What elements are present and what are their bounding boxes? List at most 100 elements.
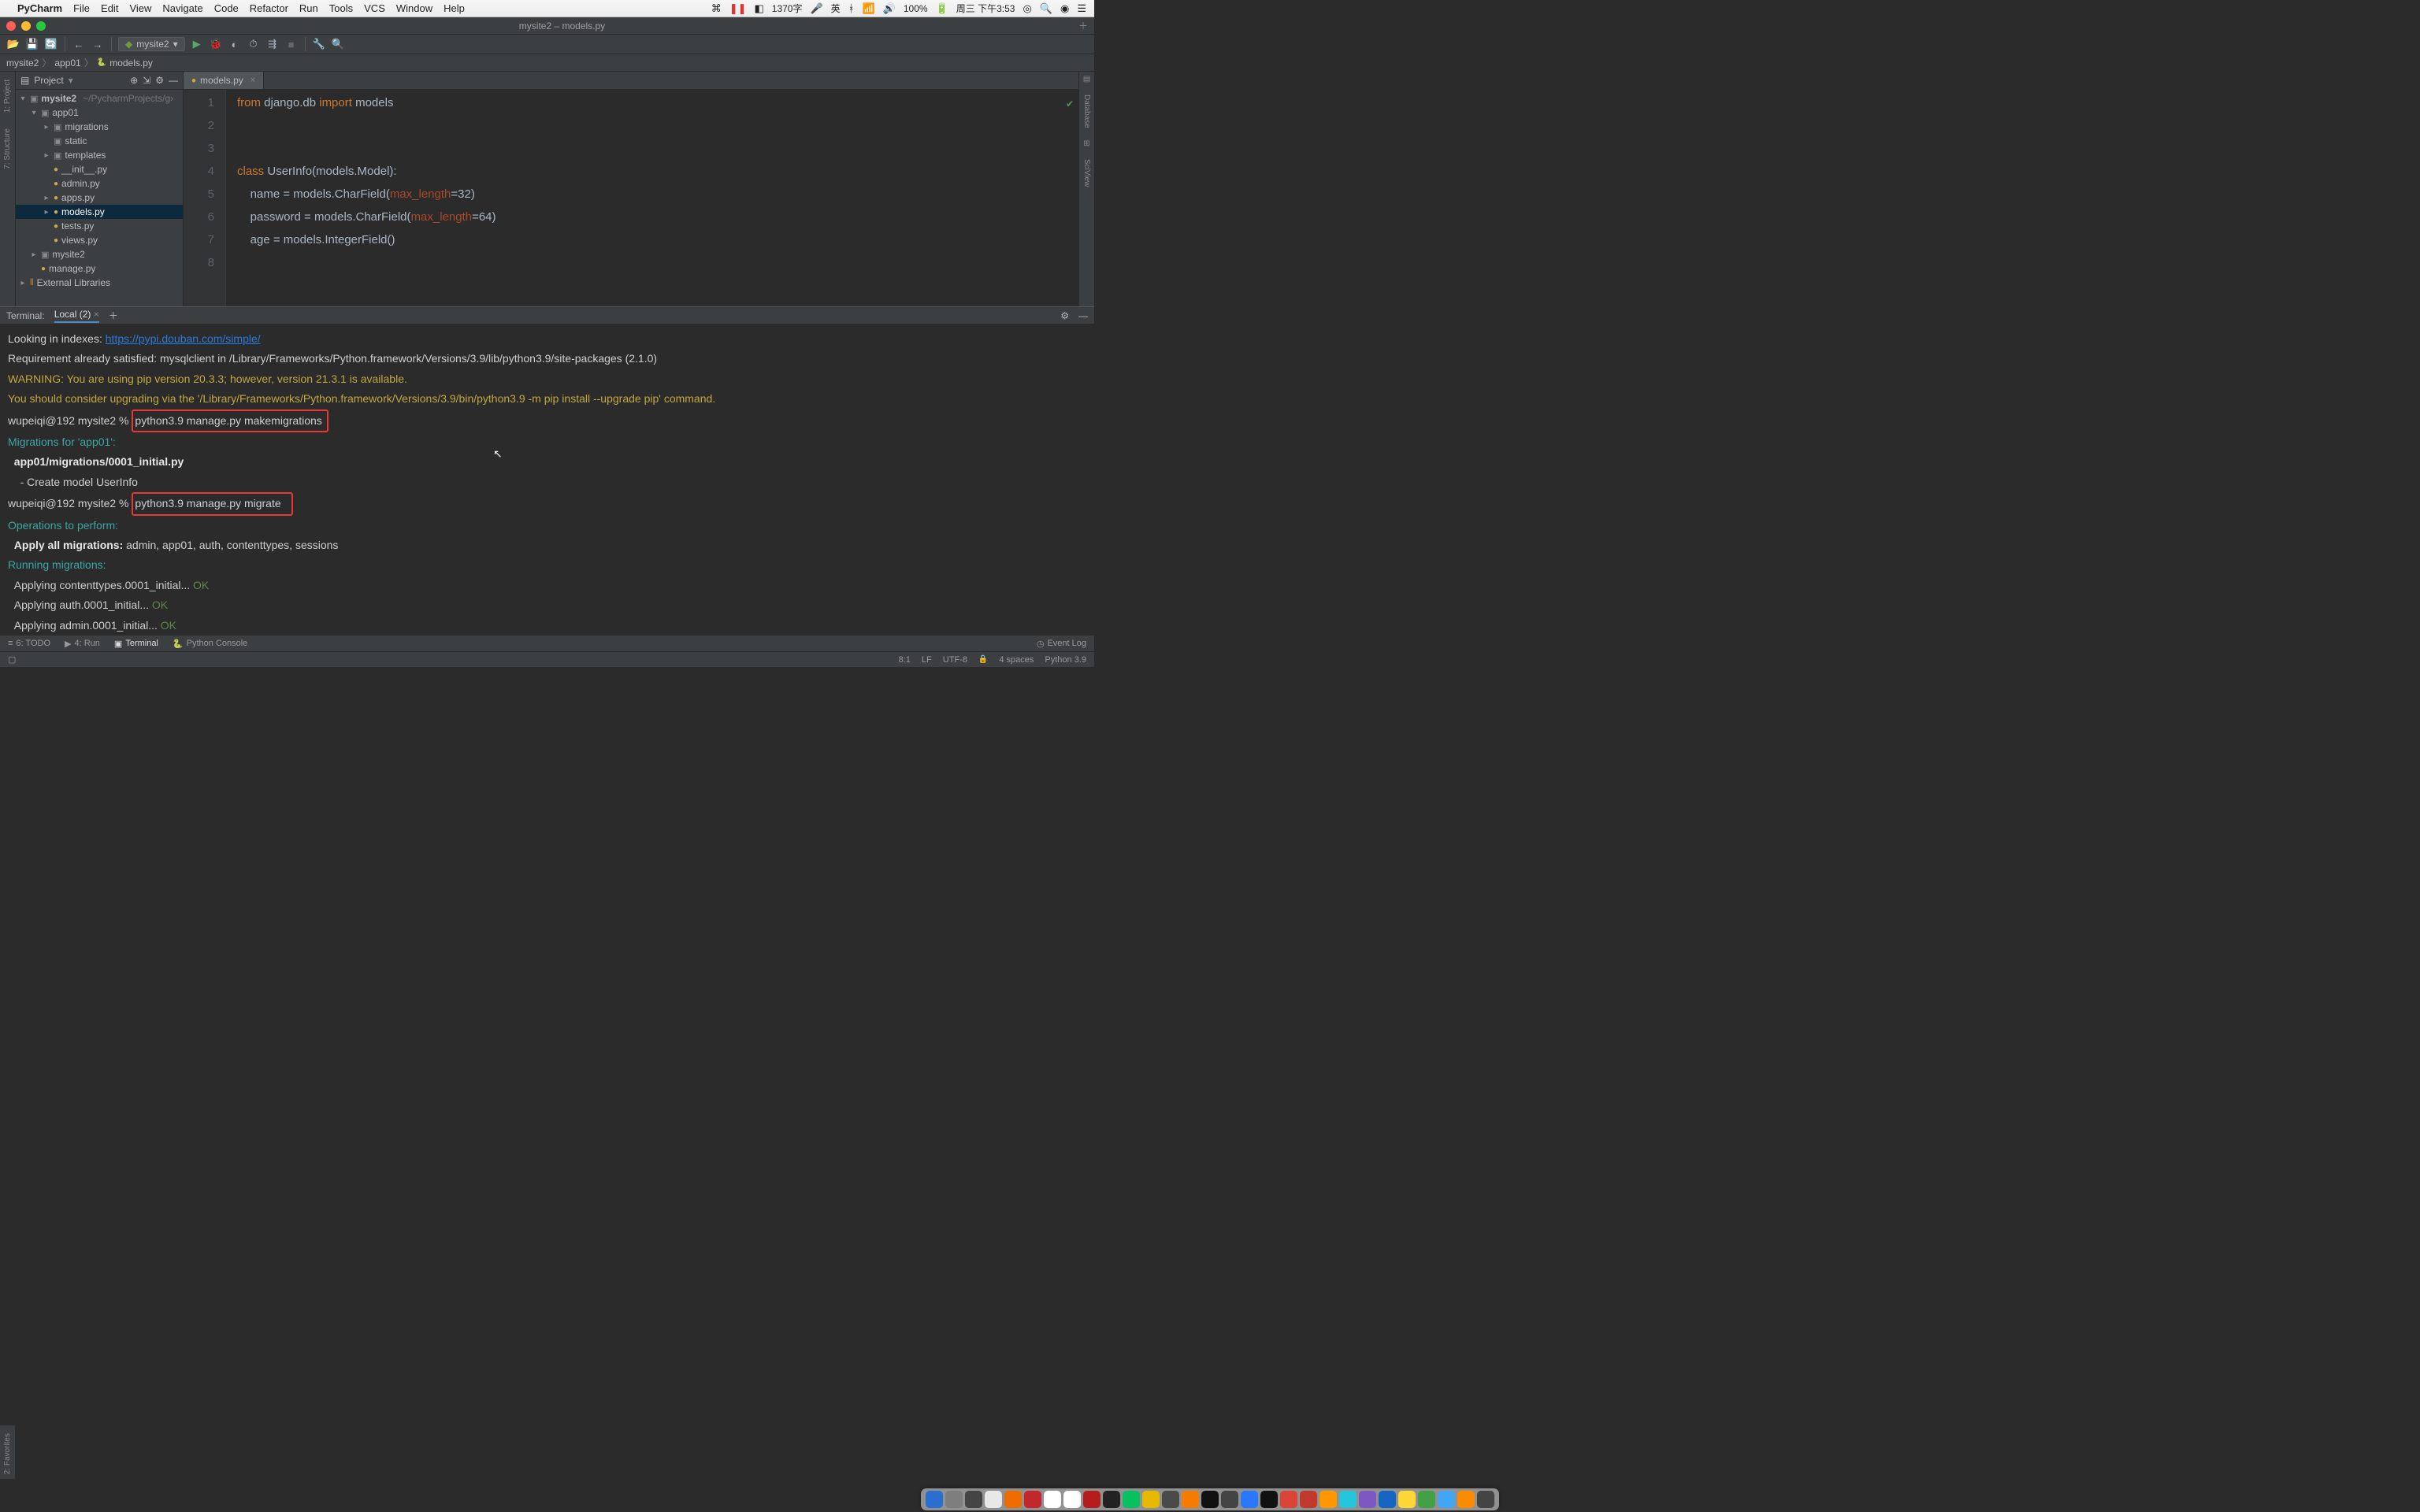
dock-app-7[interactable] <box>1063 1491 1081 1508</box>
dock-app-25[interactable] <box>1418 1491 1435 1508</box>
menu-vcs[interactable]: VCS <box>364 2 385 14</box>
status-icon[interactable]: ◎ <box>1023 2 1031 15</box>
menu-file[interactable]: File <box>73 2 90 14</box>
tree-root[interactable]: ▾▣mysite2~/PycharmProjects/g› <box>16 91 183 106</box>
dock-app-23[interactable] <box>1379 1491 1396 1508</box>
tree-folder-app01[interactable]: ▾▣app01 <box>16 106 183 120</box>
open-icon[interactable]: 📂 <box>6 37 20 51</box>
line-ending[interactable]: LF <box>922 655 932 665</box>
dock-app-19[interactable] <box>1300 1491 1317 1508</box>
sync-icon[interactable]: 🔄 <box>44 37 58 51</box>
dock-app-21[interactable] <box>1339 1491 1357 1508</box>
spotlight-icon[interactable]: 🔍 <box>1040 2 1052 15</box>
dock-app-11[interactable] <box>1142 1491 1160 1508</box>
volume-icon[interactable]: 🔊 <box>883 2 896 15</box>
menu-edit[interactable]: Edit <box>101 2 118 14</box>
window-maximize[interactable] <box>36 21 46 31</box>
menu-tools[interactable]: Tools <box>329 2 353 14</box>
tool-sciview[interactable]: SciView <box>1082 154 1091 191</box>
dock-app-27[interactable] <box>1457 1491 1475 1508</box>
profile-icon[interactable]: ⏱ <box>247 37 261 51</box>
interpreter[interactable]: Python 3.9 <box>1045 655 1086 665</box>
dock-app-28[interactable] <box>1477 1491 1494 1508</box>
tool-terminal[interactable]: ▣ Terminal <box>114 639 158 649</box>
tool-todo[interactable]: ≡ 6: TODO <box>8 639 50 648</box>
tool-run[interactable]: ▶ 4: Run <box>65 639 100 649</box>
tree-folder[interactable]: ▸▣migrations <box>16 120 183 134</box>
concurrency-icon[interactable]: ⇶ <box>265 37 280 51</box>
stop-icon[interactable]: ■ <box>284 37 299 51</box>
gear-icon[interactable]: ⚙ <box>1060 310 1069 321</box>
dock-app-18[interactable] <box>1280 1491 1297 1508</box>
dock-app-24[interactable] <box>1398 1491 1416 1508</box>
dock-app-9[interactable] <box>1103 1491 1120 1508</box>
breadcrumb-item[interactable]: models.py <box>109 57 153 69</box>
close-icon[interactable]: × <box>94 309 99 320</box>
dock-app-15[interactable] <box>1221 1491 1238 1508</box>
tree-folder[interactable]: ▸▣mysite2 <box>16 247 183 261</box>
term-link[interactable]: https://pypi.douban.com/simple/ <box>106 332 261 345</box>
forward-icon[interactable]: → <box>91 37 105 51</box>
pause-icon[interactable]: ❚❚ <box>729 2 747 15</box>
dock-app-14[interactable] <box>1201 1491 1219 1508</box>
coverage-icon[interactable]: ◐ <box>228 37 242 51</box>
settings-icon[interactable]: 🔧 <box>312 37 326 51</box>
window-close[interactable] <box>6 21 16 31</box>
status-icon[interactable]: ◧ <box>754 2 763 15</box>
panel-title[interactable]: Project <box>34 75 63 86</box>
breadcrumb-item[interactable]: app01 <box>54 57 80 69</box>
dock-app-1[interactable] <box>945 1491 963 1508</box>
tree-file[interactable]: ●views.py <box>16 233 183 247</box>
debug-icon[interactable]: 🐞 <box>209 37 223 51</box>
db-icon[interactable]: ▤ <box>1083 75 1090 83</box>
dock-app-2[interactable] <box>965 1491 982 1508</box>
tree-file[interactable]: ▸●apps.py <box>16 191 183 205</box>
locate-icon[interactable]: ⊕ <box>130 75 138 86</box>
dock-app-22[interactable] <box>1359 1491 1376 1508</box>
terminal-tab[interactable]: Local (2) × <box>54 309 99 323</box>
run-icon[interactable]: ▶ <box>190 37 204 51</box>
wifi-icon[interactable]: 📶 <box>863 2 875 15</box>
tool-eventlog[interactable]: ◷ Event Log <box>1037 639 1086 649</box>
dock-app-10[interactable] <box>1123 1491 1140 1508</box>
hide-icon[interactable]: — <box>1078 310 1088 321</box>
terminal-output[interactable]: Looking in indexes: https://pypi.douban.… <box>0 324 1094 635</box>
tree-file[interactable]: ●tests.py <box>16 219 183 233</box>
hide-icon[interactable]: — <box>169 75 178 86</box>
dock-app-13[interactable] <box>1182 1491 1199 1508</box>
add-tab-icon[interactable]: ＋ <box>109 309 118 322</box>
app-name[interactable]: PyCharm <box>17 2 62 14</box>
dock-app-20[interactable] <box>1319 1491 1337 1508</box>
tree-external-libs[interactable]: ▸⫴External Libraries <box>16 276 183 290</box>
menu-view[interactable]: View <box>129 2 151 14</box>
tree-file[interactable]: ●__init__.py <box>16 162 183 176</box>
control-center-icon[interactable]: ☰ <box>1077 2 1086 15</box>
tree-file-selected[interactable]: ▸●models.py <box>16 205 183 219</box>
tool-structure[interactable]: 7: Structure <box>3 124 12 174</box>
bluetooth-icon[interactable]: ᚼ <box>848 2 855 14</box>
dock-app-0[interactable] <box>926 1491 943 1508</box>
back-icon[interactable]: ← <box>72 37 86 51</box>
tool-project[interactable]: 1: Project <box>3 75 12 117</box>
battery-icon[interactable]: 🔋 <box>936 2 948 15</box>
dock-app-6[interactable] <box>1044 1491 1061 1508</box>
chevron-down-icon[interactable]: ▾ <box>69 75 73 86</box>
status-icon[interactable]: ▢ <box>8 654 16 665</box>
run-config-selector[interactable]: ◆ mysite2 ▾ <box>118 37 185 51</box>
menu-window[interactable]: Window <box>396 2 432 14</box>
dock-app-26[interactable] <box>1438 1491 1455 1508</box>
cursor-position[interactable]: 8:1 <box>899 655 911 665</box>
tree-folder[interactable]: ▣static <box>16 134 183 148</box>
tree-file[interactable]: ●admin.py <box>16 176 183 191</box>
tree-folder[interactable]: ▸▣templates <box>16 148 183 162</box>
code-area[interactable]: 1 2 3 4 5 6 7 8 from django.db import mo… <box>184 90 1078 306</box>
dock-app-3[interactable] <box>985 1491 1002 1508</box>
dock-app-4[interactable] <box>1004 1491 1022 1508</box>
tree-file[interactable]: ●manage.py <box>16 261 183 276</box>
lock-icon[interactable]: 🔒 <box>978 655 988 664</box>
save-icon[interactable]: 💾 <box>25 37 39 51</box>
indent[interactable]: 4 spaces <box>999 655 1034 665</box>
dock-app-12[interactable] <box>1162 1491 1179 1508</box>
check-icon[interactable]: ✔ <box>1066 93 1074 116</box>
menu-refactor[interactable]: Refactor <box>250 2 288 14</box>
